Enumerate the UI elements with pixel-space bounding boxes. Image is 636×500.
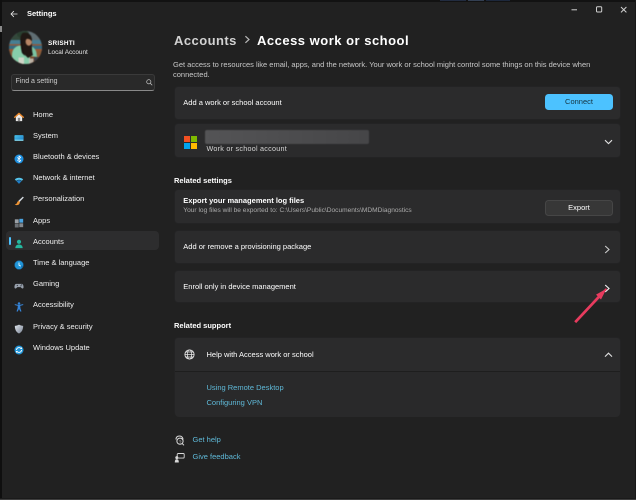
svg-text:?: ?: [179, 439, 182, 445]
